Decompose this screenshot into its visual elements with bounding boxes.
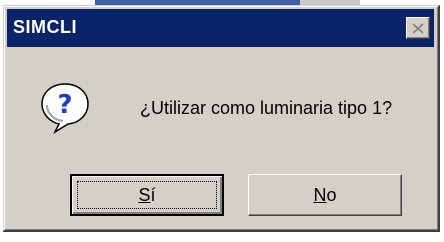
no-button[interactable]: No: [248, 174, 402, 216]
yes-button[interactable]: Sí: [70, 174, 224, 216]
no-label-rest: o: [326, 184, 337, 205]
dialog-title: SIMCLI: [13, 17, 77, 37]
yes-label-rest: í: [150, 184, 156, 205]
question-icon: ?: [39, 81, 91, 135]
svg-text:?: ?: [57, 90, 72, 120]
close-button[interactable]: [406, 17, 430, 39]
dialog-message: ¿Utilizar como luminaria tipo 1?: [140, 98, 393, 118]
yes-mnemonic: S: [138, 184, 151, 205]
title-bar[interactable]: SIMCLI: [7, 9, 434, 47]
screen: SIMCLI ? ¿Utilizar como luminaria tipo 1…: [0, 0, 444, 242]
no-mnemonic: N: [313, 184, 327, 205]
message-dialog: SIMCLI ? ¿Utilizar como luminaria tipo 1…: [3, 5, 440, 232]
close-icon: [412, 22, 424, 34]
